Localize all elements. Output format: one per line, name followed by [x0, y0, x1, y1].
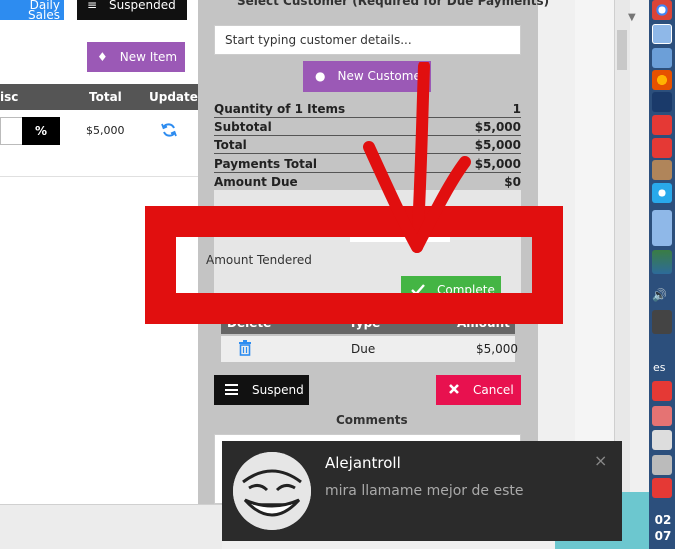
cart-row-total: $5,000 — [86, 124, 125, 137]
alert-icon[interactable] — [652, 381, 672, 401]
app-icon[interactable] — [652, 478, 672, 498]
summary-value: 1 — [512, 102, 521, 116]
select-customer-heading: Select Customer (Required for Due Paymen… — [237, 0, 550, 8]
telegram-icon[interactable] — [652, 183, 672, 203]
percent-toggle[interactable]: % — [22, 117, 60, 145]
scrollbar-thumb[interactable] — [617, 30, 627, 70]
desktop-preview-icon[interactable] — [652, 210, 672, 246]
new-item-button[interactable]: ♦ New Item — [87, 42, 185, 72]
clock-minutes: 07 — [654, 529, 672, 543]
summary-label: Subtotal — [214, 120, 272, 134]
summary-label: Quantity of 1 Items — [214, 102, 346, 116]
cart-table-header: isc Total Update — [0, 84, 198, 110]
suspended-button[interactable]: ≡ Suspended — [77, 0, 187, 20]
trash-icon[interactable] — [238, 340, 252, 356]
app-icon[interactable] — [652, 115, 672, 135]
tag-icon: ♦ — [97, 50, 108, 64]
tray-icon[interactable] — [652, 455, 672, 475]
annotation-arrow — [363, 62, 471, 253]
customer-search-input[interactable]: Start typing customer details... — [214, 25, 521, 55]
summary-value: $5,000 — [474, 157, 521, 171]
summary-value: $0 — [504, 175, 521, 189]
refresh-icon[interactable] — [160, 121, 178, 139]
troll-face-icon — [233, 452, 311, 530]
wallpaper-icon — [652, 250, 672, 274]
daily-sales-button[interactable]: Daily Sales — [0, 0, 64, 22]
volume-icon[interactable]: 🔊 — [652, 288, 672, 308]
notification-message: mira llamame mejor de este — [325, 483, 524, 499]
scrollbar[interactable] — [614, 0, 630, 492]
summary-value: $5,000 — [474, 138, 521, 152]
list-icon: ≡ — [87, 0, 98, 12]
chrome-icon[interactable] — [652, 0, 672, 20]
signal-icon[interactable] — [652, 338, 672, 358]
suspended-label: Suspended — [109, 0, 176, 12]
clock-hours: 02 — [654, 513, 672, 527]
new-item-label: New Item — [119, 50, 178, 64]
comments-label: Comments — [336, 413, 408, 427]
suspend-label: Suspend — [252, 383, 304, 397]
summary-label: Total — [214, 138, 247, 152]
home-icon[interactable] — [652, 160, 672, 180]
taskbar-clock[interactable]: 02 07 — [652, 512, 674, 544]
notification-title: Alejantroll — [325, 454, 401, 472]
window-icon[interactable] — [652, 24, 672, 44]
phone-icon[interactable] — [652, 310, 672, 334]
annotation-rectangle — [145, 206, 563, 324]
user-icon: ● — [315, 69, 326, 83]
daily-sales-label: Daily Sales — [28, 0, 60, 22]
payment-amount: $5,000 — [476, 342, 518, 356]
close-icon[interactable]: × — [594, 451, 607, 470]
avatar — [233, 452, 311, 530]
language-indicator[interactable]: es — [653, 361, 666, 374]
app-icon[interactable] — [652, 138, 672, 158]
scroll-down-icon[interactable]: ▼ — [628, 12, 636, 23]
footer-strip — [0, 504, 222, 549]
firefox-icon[interactable] — [652, 70, 672, 90]
summary-label: Amount Due — [214, 175, 298, 189]
payment-type: Due — [351, 342, 376, 356]
column-update: Update — [149, 90, 198, 104]
summary-value: $5,000 — [474, 120, 521, 134]
cancel-label: Cancel — [473, 383, 514, 397]
summary-label: Payments Total — [214, 157, 318, 171]
badge-icon[interactable] — [652, 406, 672, 426]
list-icon — [225, 384, 238, 395]
network-icon[interactable] — [652, 92, 672, 112]
page-background — [575, 0, 615, 492]
folder-icon[interactable] — [652, 48, 672, 68]
column-total: Total — [89, 90, 122, 104]
column-discount: isc — [0, 90, 19, 104]
close-icon — [449, 384, 459, 394]
clock-app-icon[interactable] — [652, 430, 672, 450]
